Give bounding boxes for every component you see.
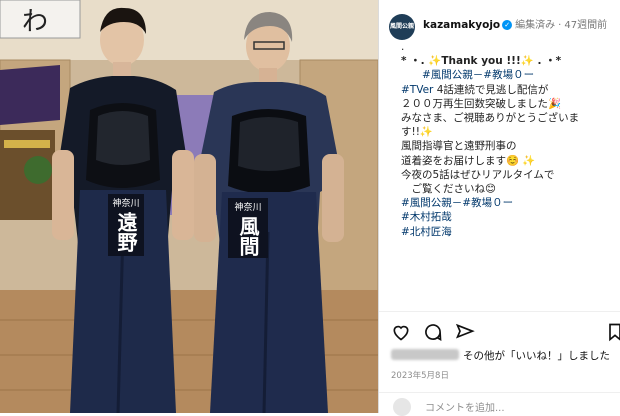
post-date: 2023年5月8日 <box>391 371 449 381</box>
share-icon[interactable] <box>455 322 475 342</box>
likes-line: その他が「いいね！」しました <box>391 348 610 363</box>
post-header-line: kazamakyojo ✓ 編集済み · 47週間前 <box>423 16 607 31</box>
banner-calligraphy: わ <box>22 7 48 37</box>
kendo-photo-illustration: わ 神奈川 遠野 神奈川 風間 <box>0 0 378 413</box>
right-name-prefecture: 神奈川 <box>234 201 261 213</box>
caption-line: す!!✨ <box>401 126 433 139</box>
left-name-prefecture: 神奈川 <box>112 197 139 209</box>
left-name-surname: 遠野 <box>114 212 138 252</box>
likes-text[interactable]: その他が「いいね！」しました <box>463 350 610 362</box>
comment-icon[interactable] <box>423 322 443 342</box>
caption-line[interactable]: #北村匠海 <box>401 225 615 239</box>
caption-line: ご覧くださいね😊 <box>401 183 496 196</box>
caption-line: . <box>401 41 405 53</box>
hashtag-link[interactable]: #TVer <box>401 84 433 96</box>
edited-label: 編集済み <box>515 20 556 31</box>
comment-avatar <box>393 398 411 416</box>
heart-icon[interactable] <box>391 322 411 342</box>
caption-line: 今夜の5話はぜひリアルタイムで <box>401 168 555 181</box>
post-sidebar: 風間公親 kazamakyojo ✓ 編集済み · 47週間前 . * ・. ✨Thank… <box>378 0 620 416</box>
caption-line: みなさま、ご視聴ありがとうございま <box>401 112 580 125</box>
caption-line[interactable]: #風間公親－#教場０ー <box>401 68 615 82</box>
caption-line: 道着姿をお届けします☺️ ✨ <box>401 154 536 167</box>
post-time-ago[interactable]: 47週間前 <box>564 20 607 31</box>
caption-line[interactable]: #風間公親－#教場０ー <box>401 196 615 210</box>
caption-line: ２００万再生回数突破しました🎉 <box>401 97 562 110</box>
verified-badge-icon: ✓ <box>502 20 513 30</box>
caption-line: 風間指導官と遠野刑事の <box>401 140 517 153</box>
comment-input[interactable]: コメントを追加... <box>425 399 505 414</box>
post-photo[interactable]: わ 神奈川 遠野 神奈川 風間 <box>0 0 378 413</box>
username-link[interactable]: kazamakyojo <box>423 19 500 31</box>
avatar[interactable]: 風間公親 <box>389 14 415 40</box>
caption-line[interactable]: #木村拓哉 <box>401 210 615 224</box>
caption-line: * ・. ✨Thank you !!!✨ . ・* <box>401 55 562 68</box>
right-name-surname: 風間 <box>236 216 260 256</box>
post-caption: . * ・. ✨Thank you !!!✨ . ・* #風間公親－#教場０ー #T… <box>401 40 615 308</box>
post-actions: その他が「いいね！」しました 2023年5月8日 コメントを追加... <box>379 311 620 416</box>
caption-line: #TVer 4話連続で見逃し配信が <box>401 83 549 96</box>
comment-bar: コメントを追加... <box>379 392 620 416</box>
bookmark-icon[interactable] <box>605 322 620 342</box>
liked-by-avatar-blur <box>391 349 459 360</box>
separator-dot: · <box>558 20 562 31</box>
